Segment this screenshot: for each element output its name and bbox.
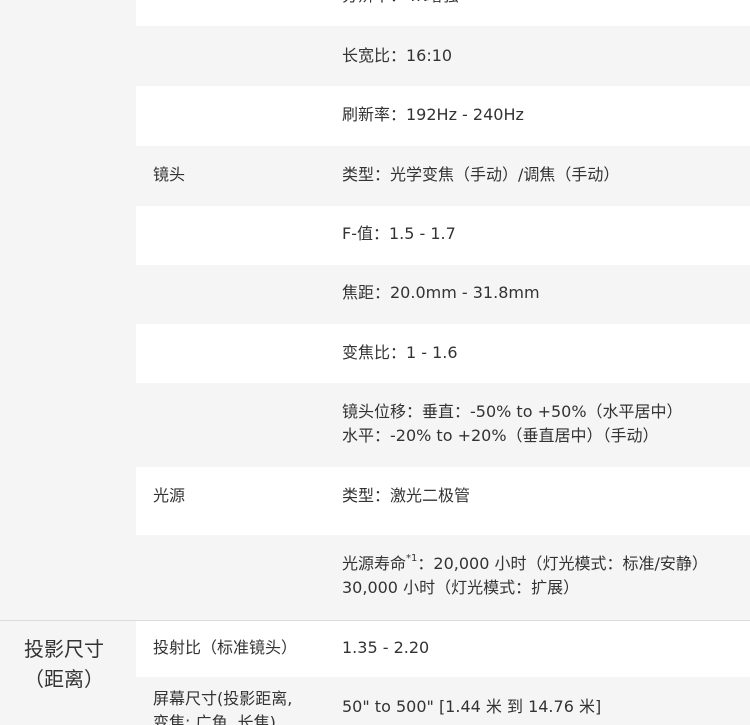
refresh-rate-value: 刷新率：192Hz - 240Hz [342, 105, 524, 124]
spec-row-screen-size: 屏幕尺寸(投影距离, 变焦: 广角, 长焦) 50" to 500" [1.44… [136, 677, 750, 725]
spec-row-resolution: 分辨率：4K增强 [136, 0, 750, 26]
spec-row-zoom: 变焦比：1 - 1.6 [136, 324, 750, 383]
spec-row-lens-type: 镜头 类型：光学变焦（手动）/调焦（手动） [136, 146, 750, 206]
footnote-marker: *1 [406, 553, 418, 564]
light-life-hours: ：20,000 小时（灯光模式：标准/安静） [417, 554, 708, 573]
lens-shift-line2: 水平：-20% to +20%（垂直居中）（手动） [342, 426, 659, 445]
f-value: F-值：1.5 - 1.7 [342, 224, 456, 243]
lens-type-value: 类型：光学变焦（手动）/调焦（手动） [342, 165, 620, 184]
spec-row-light-type: 光源 类型：激光二极管 [136, 467, 750, 535]
light-life-line1: 光源寿命*1：20,000 小时（灯光模式：标准/安静） [342, 552, 708, 576]
spec-row-light-life: 光源寿命*1：20,000 小时（灯光模式：标准/安静） 30,000 小时（灯… [136, 535, 750, 620]
screen-size-value: 50" to 500" [1.44 米 到 14.76 米] [342, 697, 602, 716]
category-column [0, 0, 136, 725]
aspect-ratio-value: 长宽比：16:10 [342, 46, 453, 65]
screen-size-label-line2: 变焦: 广角, 长焦) [153, 713, 276, 725]
lens-label: 镜头 [153, 165, 186, 184]
section-title-projection-size: 投影尺寸 （距离） [24, 634, 104, 694]
resolution-value: 分辨率：4K增强 [342, 0, 459, 8]
spec-row-fvalue: F-值：1.5 - 1.7 [136, 206, 750, 265]
screen-size-label: 屏幕尺寸(投影距离, 变焦: 广角, 长焦) [153, 687, 292, 725]
light-type-value: 类型：激光二极管 [342, 486, 471, 505]
lens-shift-line1: 镜头位移：垂直：-50% to +50%（水平居中） [342, 402, 683, 421]
section-title-line2: （距离） [24, 667, 104, 691]
spec-row-lens-shift: 镜头位移：垂直：-50% to +50%（水平居中） 水平：-20% to +2… [136, 383, 750, 467]
throw-ratio-label: 投射比（标准镜头） [153, 638, 298, 657]
spec-row-throw-ratio: 投射比（标准镜头） 1.35 - 2.20 [136, 621, 750, 677]
spec-row-focal: 焦距：20.0mm - 31.8mm [136, 265, 750, 324]
section-title-line1: 投影尺寸 [24, 637, 104, 661]
light-life-line2: 30,000 小时（灯光模式：扩展） [342, 578, 580, 597]
light-life-prefix: 光源寿命 [342, 554, 407, 573]
spec-row-refresh: 刷新率：192Hz - 240Hz [136, 86, 750, 146]
screen-size-label-line1: 屏幕尺寸(投影距离, [153, 689, 293, 708]
focal-length-value: 焦距：20.0mm - 31.8mm [342, 283, 540, 302]
spec-row-aspect: 长宽比：16:10 [136, 26, 750, 86]
zoom-ratio-value: 变焦比：1 - 1.6 [342, 343, 458, 362]
light-source-label: 光源 [153, 486, 186, 505]
throw-ratio-value: 1.35 - 2.20 [342, 638, 430, 657]
